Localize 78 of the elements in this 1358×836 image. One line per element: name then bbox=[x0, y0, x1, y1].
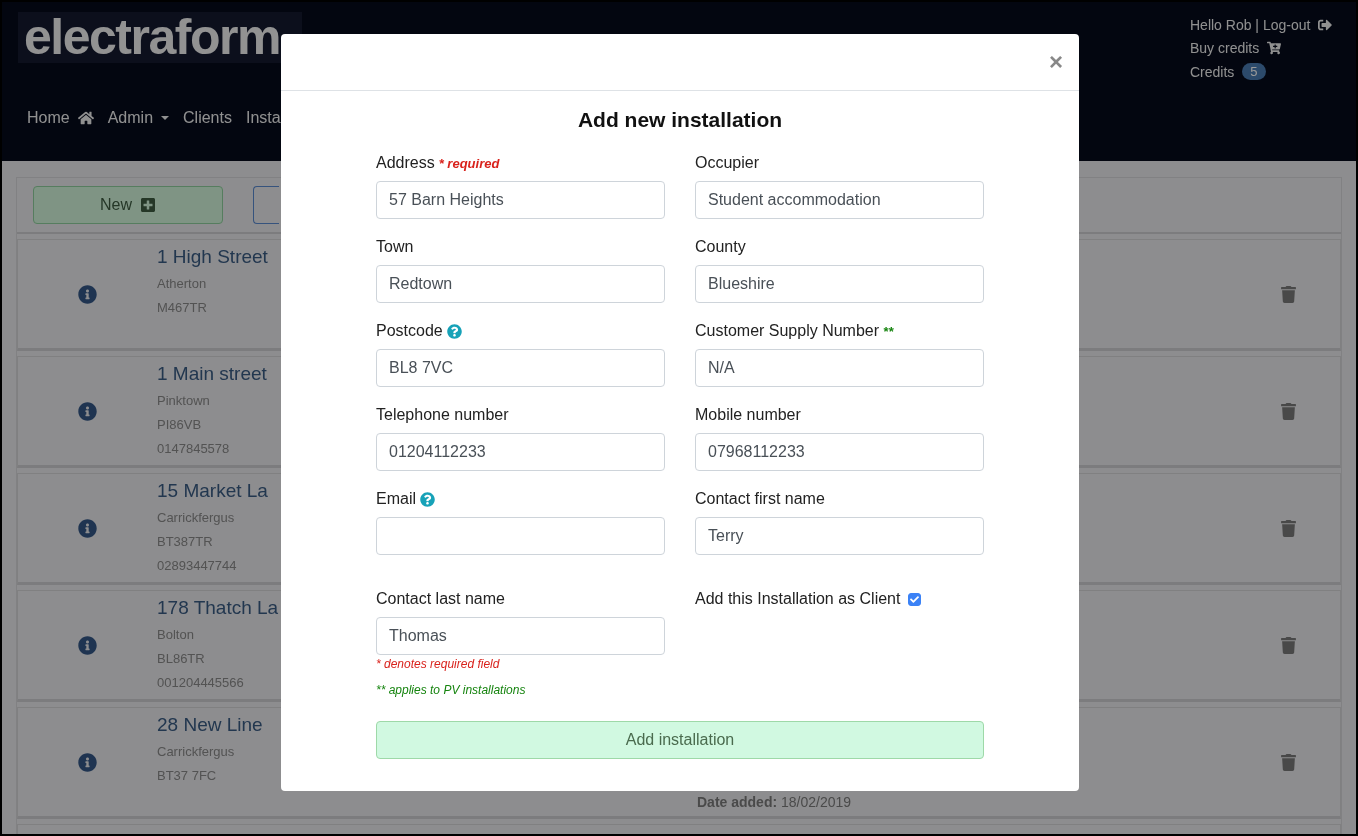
info-icon[interactable] bbox=[78, 635, 97, 655]
installation-title[interactable]: 15 Market La bbox=[157, 480, 268, 502]
installation-title[interactable]: 1 High Street bbox=[157, 246, 268, 268]
info-icon[interactable] bbox=[78, 518, 97, 538]
installation-detail: Bolton bbox=[157, 626, 194, 644]
text-field[interactable]: Terry bbox=[695, 517, 984, 555]
close-button[interactable]: × bbox=[1049, 48, 1063, 76]
cart-icon bbox=[1267, 41, 1282, 55]
field-label: Occupier bbox=[695, 154, 760, 172]
date-added: Date added: 18/02/2019 bbox=[697, 794, 852, 810]
trash-icon[interactable] bbox=[1280, 285, 1297, 303]
user-link[interactable]: Hello Rob | Log-out bbox=[1190, 17, 1340, 33]
logout-icon bbox=[1318, 18, 1333, 32]
plus-icon bbox=[140, 197, 156, 213]
field-label: County bbox=[695, 238, 746, 256]
add-installation-button[interactable]: Add installation bbox=[376, 721, 984, 759]
nav-link[interactable]: Insta bbox=[245, 109, 281, 127]
installation-detail: BT37 7FC bbox=[157, 767, 217, 785]
user-link[interactable]: Buy credits bbox=[1190, 40, 1340, 56]
installation-detail: M467TR bbox=[157, 299, 207, 317]
installation-title[interactable]: 1 Main street bbox=[157, 363, 267, 385]
checkbox-label: Add this Installation as Client bbox=[695, 590, 901, 608]
text-field[interactable]: Student accommodation bbox=[695, 181, 984, 219]
field-label: Contact last name bbox=[376, 590, 505, 608]
installation-detail: 02893447744 bbox=[157, 557, 237, 575]
logo: electraform bbox=[18, 12, 302, 63]
field-label: Town bbox=[376, 238, 414, 256]
field-label: Telephone number bbox=[376, 406, 509, 424]
field-label: Contact first name bbox=[695, 490, 825, 508]
toolbar-button[interactable] bbox=[253, 186, 279, 224]
field-label: Mobile number bbox=[695, 406, 801, 424]
text-field[interactable]: Redtown bbox=[376, 265, 665, 303]
new-button[interactable]: New bbox=[33, 186, 223, 224]
home-icon bbox=[77, 110, 94, 126]
text-field[interactable]: Thomas bbox=[376, 617, 665, 655]
text-field[interactable] bbox=[376, 517, 665, 555]
field-note: ** bbox=[883, 323, 894, 339]
info-icon[interactable] bbox=[78, 752, 97, 772]
installation-detail: Carrickfergus bbox=[157, 509, 235, 527]
installation-detail: 001204445566 bbox=[157, 674, 244, 692]
modal-title: Add new installation bbox=[576, 108, 784, 132]
trash-icon[interactable] bbox=[1280, 636, 1297, 654]
installation-detail: Pinktown bbox=[157, 392, 210, 410]
text-field[interactable]: BL8 7VC bbox=[376, 349, 665, 387]
nav-link[interactable]: Clients bbox=[183, 109, 232, 127]
field-label: Address bbox=[376, 154, 435, 172]
installation-detail: BT387TR bbox=[157, 533, 213, 551]
field-note: * required bbox=[438, 155, 500, 171]
info-icon[interactable] bbox=[78, 284, 97, 304]
field-label: Customer Supply Number bbox=[695, 322, 880, 340]
help-icon[interactable] bbox=[446, 323, 462, 339]
installation-detail: Atherton bbox=[157, 275, 207, 293]
checkbox[interactable] bbox=[908, 592, 922, 606]
text-field[interactable]: 57 Barn Heights bbox=[376, 181, 665, 219]
info-icon[interactable] bbox=[78, 401, 97, 421]
footnote: ** applies to PV installations bbox=[376, 683, 526, 697]
installation-detail: Carrickfergus bbox=[157, 743, 235, 761]
text-field[interactable]: Blueshire bbox=[695, 265, 984, 303]
credits-badge: 5 bbox=[1242, 63, 1266, 80]
nav-link[interactable]: Admin bbox=[107, 109, 170, 127]
installation-title[interactable]: 28 New Line bbox=[157, 714, 263, 736]
installation-detail: PI86VB bbox=[157, 416, 202, 434]
trash-icon[interactable] bbox=[1280, 519, 1297, 537]
nav-link[interactable]: Home bbox=[27, 109, 94, 127]
help-icon[interactable] bbox=[420, 491, 435, 507]
credits-link[interactable]: Credits 5 bbox=[1190, 63, 1340, 80]
trash-icon[interactable] bbox=[1280, 753, 1297, 771]
text-field[interactable]: 07968112233 bbox=[695, 433, 984, 471]
text-field[interactable]: 01204112233 bbox=[376, 433, 665, 471]
field-label: Email bbox=[376, 490, 416, 508]
field-label: Postcode bbox=[376, 322, 443, 340]
footnote: * denotes required field bbox=[376, 657, 500, 671]
text-field[interactable]: N/A bbox=[695, 349, 984, 387]
installation-title[interactable]: 178 Thatch La bbox=[157, 597, 279, 619]
caret-icon bbox=[161, 116, 170, 120]
trash-icon[interactable] bbox=[1280, 402, 1297, 420]
installation-detail: 0147845578 bbox=[157, 440, 230, 458]
installation-detail: BL86TR bbox=[157, 650, 205, 668]
